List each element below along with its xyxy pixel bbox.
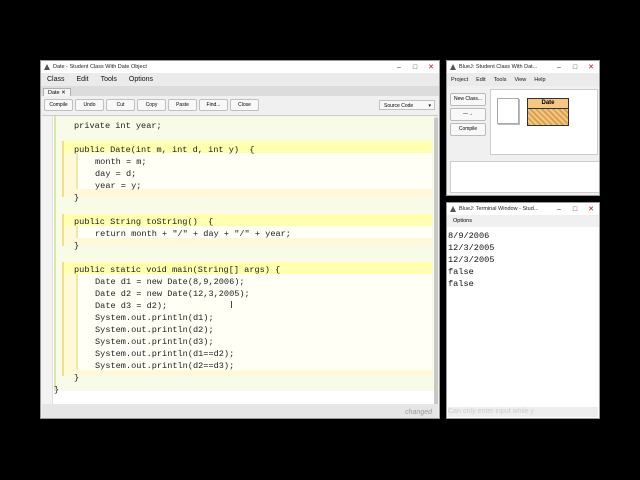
code-line: Date d3 = d2); xyxy=(95,301,168,311)
terminal-window: BlueJ: Terminal Window - Stud... – □ ✕ O… xyxy=(446,202,600,419)
maximize-icon[interactable]: □ xyxy=(567,206,583,213)
close-icon[interactable]: ✕ xyxy=(583,205,599,213)
menu-class[interactable]: Class xyxy=(47,76,65,83)
menu-view[interactable]: View xyxy=(514,77,526,83)
menu-tools[interactable]: Tools xyxy=(101,76,117,83)
menu-project[interactable]: Project xyxy=(451,77,468,83)
code-line: System.out.println(d1); xyxy=(95,313,214,323)
minimize-icon[interactable]: – xyxy=(551,206,567,213)
paste-button[interactable]: Paste xyxy=(168,99,197,111)
code-line: } xyxy=(74,373,80,383)
view-select[interactable]: Source Code xyxy=(379,100,435,111)
bluej-title: BlueJ: Student Class With Dat... xyxy=(459,64,538,70)
menu-edit[interactable]: Edit xyxy=(476,77,485,83)
code-line: public static void main(String[] args) { xyxy=(74,265,281,275)
bluej-main-window: BlueJ: Student Class With Dat... – □ ✕ P… xyxy=(446,60,600,196)
bluej-menubar: Project Edit Tools View Help xyxy=(447,73,599,86)
code-editor[interactable]: private int year; public Date(int m, int… xyxy=(42,115,438,408)
text-cursor xyxy=(231,301,232,308)
minimize-icon[interactable]: – xyxy=(551,64,567,71)
class-date[interactable]: Date xyxy=(527,98,569,126)
menu-tools[interactable]: Tools xyxy=(494,77,507,83)
code-line: month = m; xyxy=(95,157,147,167)
code-line: System.out.println(d2); xyxy=(95,325,214,335)
tab-close-icon[interactable]: ✕ xyxy=(61,90,66,96)
code-line: public String toString() { xyxy=(74,217,214,227)
editor-window: Date - Student Class With Date Object – … xyxy=(40,60,440,419)
code-line: Date d1 = new Date(8,9,2006); xyxy=(95,277,245,287)
code-line: year = y; xyxy=(95,181,142,191)
code-line: } xyxy=(74,241,80,251)
code-line: System.out.println(d3); xyxy=(95,337,214,347)
new-class-button[interactable]: New Class... xyxy=(450,93,486,106)
compile-button[interactable]: Compile xyxy=(450,123,486,136)
close-button[interactable]: Close xyxy=(230,99,259,111)
menu-options[interactable]: Options xyxy=(129,76,153,83)
bluej-titlebar[interactable]: BlueJ: Student Class With Dat... – □ ✕ xyxy=(447,61,599,73)
editor-menubar: Class Edit Tools Options xyxy=(41,73,439,86)
close-icon[interactable]: ✕ xyxy=(583,63,599,71)
copy-button[interactable]: Copy xyxy=(137,99,166,111)
editor-tabstrip: Date ✕ xyxy=(41,86,439,96)
code-line: } xyxy=(74,193,80,203)
terminal-output-line: false xyxy=(448,267,474,277)
menu-options[interactable]: Options xyxy=(453,218,472,224)
editor-title: Date - Student Class With Date Object xyxy=(53,64,147,70)
changed-status: changed xyxy=(405,409,432,416)
minimize-icon[interactable]: – xyxy=(391,64,407,71)
terminal-output-line: false xyxy=(448,279,474,289)
terminal-title: BlueJ: Terminal Window - Stud... xyxy=(459,206,539,212)
editor-toolbar: Compile Undo Cut Copy Paste Find... Clos… xyxy=(41,96,439,114)
menu-help[interactable]: Help xyxy=(534,77,545,83)
bluej-app-icon xyxy=(450,206,456,212)
uses-arrow-button[interactable]: —→ xyxy=(450,108,486,121)
object-bench[interactable] xyxy=(450,161,599,193)
compile-button[interactable]: Compile xyxy=(44,99,73,111)
bluej-app-icon xyxy=(44,64,50,70)
code-line: Date d2 = new Date(12,3,2005); xyxy=(95,289,250,299)
bluej-app-icon xyxy=(450,64,456,70)
code-line: System.out.println(d2==d3); xyxy=(95,361,235,371)
undo-button[interactable]: Undo xyxy=(75,99,104,111)
editor-statusbar: changed xyxy=(42,404,438,418)
find-button[interactable]: Find... xyxy=(199,99,228,111)
class-diagram-canvas[interactable]: Date xyxy=(490,89,598,155)
tab-date[interactable]: Date ✕ xyxy=(43,88,71,96)
code-line: return month + "/" + day + "/" + year; xyxy=(95,229,291,239)
tab-label: Date xyxy=(48,90,60,96)
class-date-label: Date xyxy=(528,99,568,109)
code-line: System.out.println(d1==d2); xyxy=(95,349,235,359)
code-line: day = d; xyxy=(95,169,137,179)
cut-button[interactable]: Cut xyxy=(106,99,135,111)
maximize-icon[interactable]: □ xyxy=(567,64,583,71)
code-line: } xyxy=(54,385,60,395)
maximize-icon[interactable]: □ xyxy=(407,64,423,71)
code-line: public Date(int m, int d, int y) { xyxy=(74,145,255,155)
menu-edit[interactable]: Edit xyxy=(77,76,89,83)
terminal-titlebar[interactable]: BlueJ: Terminal Window - Stud... – □ ✕ xyxy=(447,203,599,215)
line-gutter xyxy=(42,116,53,406)
code-line: private int year; xyxy=(74,121,162,131)
close-icon[interactable]: ✕ xyxy=(423,63,439,71)
terminal-menubar: Options xyxy=(447,215,599,227)
editor-titlebar[interactable]: Date - Student Class With Date Object – … xyxy=(41,61,439,73)
terminal-output-line: 12/3/2005 xyxy=(448,243,495,253)
terminal-output-line: 12/3/2005 xyxy=(448,255,495,265)
editor-vertical-scrollbar[interactable] xyxy=(434,116,438,408)
terminal-output-line: 8/9/2006 xyxy=(448,231,490,241)
terminal-input[interactable]: Can only enter input while y xyxy=(448,407,598,417)
package-icon[interactable] xyxy=(497,98,519,124)
